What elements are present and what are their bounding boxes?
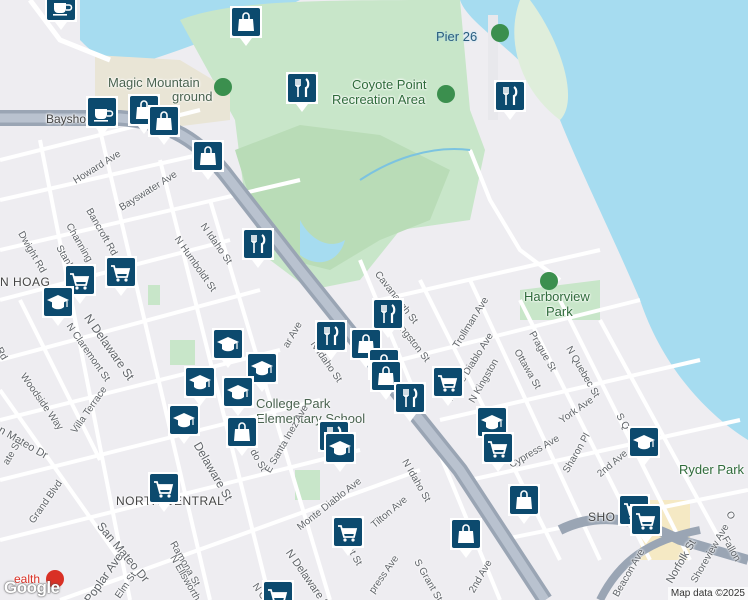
poi-label: College Park [256,396,331,411]
shopping-cart-marker-icon[interactable] [430,364,466,408]
school-marker-icon[interactable] [220,374,256,418]
shopping-bag-marker-icon[interactable] [146,103,182,147]
coffee-marker-icon[interactable] [84,94,120,138]
shopping-cart-marker-icon[interactable] [146,470,182,514]
restaurant-marker-icon[interactable] [240,226,276,270]
school-marker-icon[interactable] [322,430,358,474]
coffee-marker-icon[interactable] [43,0,79,32]
shopping-cart-marker-icon[interactable] [628,502,664,546]
poi-label: Harborview [524,289,590,304]
neighborhood-label: SHO [588,510,616,524]
restaurant-marker-icon[interactable] [284,70,320,114]
map-canvas[interactable]: Pier 26 Coyote Point Recreation Area Mag… [0,0,748,600]
park-pin-icon[interactable] [491,24,509,42]
poi-label: Pier 26 [436,29,478,44]
shopping-bag-marker-icon[interactable] [228,4,264,48]
shopping-bag-marker-icon[interactable] [224,414,260,458]
restaurant-marker-icon[interactable] [492,78,528,122]
school-marker-icon[interactable] [40,284,76,328]
google-logo: Google [4,578,60,597]
poi-label: ground [172,89,213,104]
shopping-bag-marker-icon[interactable] [506,482,542,526]
poi-label: Magic Mountain [108,75,200,90]
poi-label: Park [546,304,573,319]
restaurant-marker-icon[interactable] [392,380,428,424]
shopping-bag-marker-icon[interactable] [190,138,226,182]
park-pin-icon[interactable] [540,272,558,290]
shopping-cart-marker-icon[interactable] [260,578,296,600]
shopping-bag-marker-icon[interactable] [448,516,484,560]
map-attribution[interactable]: Map data ©2025 [667,587,748,600]
shopping-cart-marker-icon[interactable] [103,254,139,298]
poi-label: Recreation Area [332,92,426,107]
poi-label: Ryder Park [679,462,745,477]
shopping-cart-marker-icon[interactable] [480,430,516,474]
school-marker-icon[interactable] [626,424,662,468]
shopping-cart-marker-icon[interactable] [330,514,366,558]
school-marker-icon[interactable] [166,402,202,446]
park-pin-icon[interactable] [437,85,455,103]
park-pin-icon[interactable] [214,78,232,96]
poi-label: Coyote Point [352,77,427,92]
restaurant-marker-icon[interactable] [313,318,349,362]
